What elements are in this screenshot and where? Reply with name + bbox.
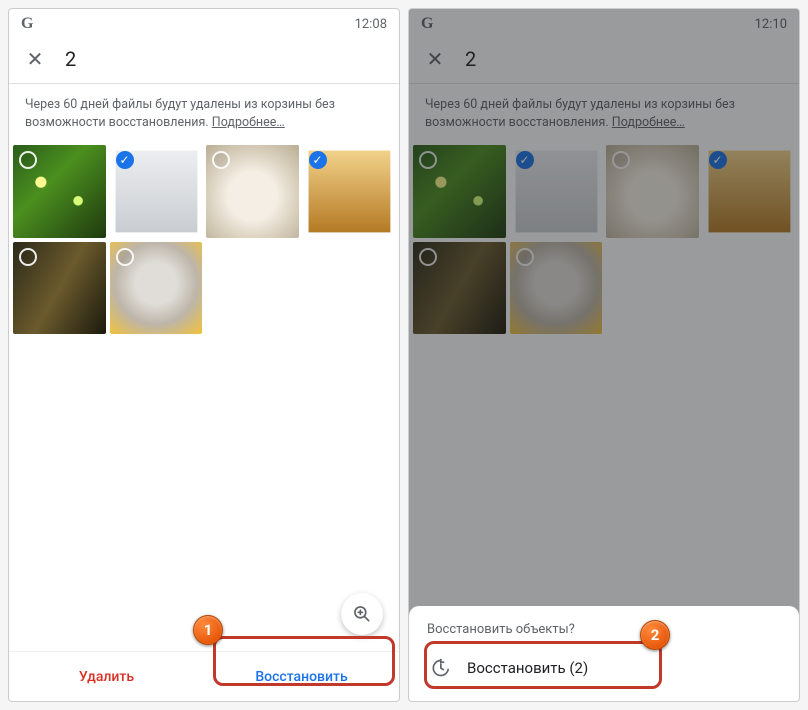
- restore-confirm-button[interactable]: Восстановить (2): [427, 651, 781, 687]
- sheet-action-label: Восстановить (2): [467, 659, 588, 677]
- delete-button[interactable]: Удалить: [9, 652, 204, 701]
- photo-grid: ✓✓: [9, 141, 399, 338]
- restore-history-icon: [429, 657, 451, 679]
- spacer: [9, 338, 399, 651]
- zoom-in-icon: [352, 604, 372, 624]
- close-icon[interactable]: ✕: [25, 47, 45, 71]
- select-circle-icon[interactable]: [19, 248, 37, 266]
- status-time: 12:08: [355, 17, 387, 32]
- select-circle-icon[interactable]: [212, 151, 230, 169]
- zoom-fab[interactable]: [341, 593, 383, 635]
- photo-thumbnail[interactable]: ✓: [110, 145, 203, 238]
- modal-scrim[interactable]: [409, 9, 799, 701]
- photo-thumbnail[interactable]: ✓: [303, 145, 396, 238]
- photo-thumbnail[interactable]: [13, 242, 106, 335]
- photo-thumbnail[interactable]: [206, 145, 299, 238]
- bottom-action-bar: Удалить Восстановить: [9, 651, 399, 701]
- checkmark-icon[interactable]: ✓: [309, 151, 327, 169]
- phone-left: G 12:08 ✕ 2 Через 60 дней файлы будут уд…: [8, 8, 400, 702]
- phone-right: G 12:10 ✕ 2 Через 60 дней файлы будут уд…: [408, 8, 800, 702]
- photo-thumbnail[interactable]: [13, 145, 106, 238]
- trash-banner-more-link[interactable]: Подробнее…: [212, 115, 285, 130]
- select-circle-icon[interactable]: [19, 151, 37, 169]
- checkmark-icon[interactable]: ✓: [116, 151, 134, 169]
- sheet-title: Восстановить объекты?: [427, 622, 781, 637]
- restore-button[interactable]: Восстановить: [204, 652, 399, 701]
- restore-bottom-sheet: Восстановить объекты? Восстановить (2): [409, 606, 799, 701]
- select-circle-icon[interactable]: [116, 248, 134, 266]
- selection-app-bar: ✕ 2: [9, 37, 399, 84]
- trash-banner-text: Через 60 дней файлы будут удалены из кор…: [25, 97, 335, 130]
- google-logo-icon: G: [21, 15, 33, 33]
- photo-thumbnail[interactable]: [110, 242, 203, 335]
- trash-banner: Через 60 дней файлы будут удалены из кор…: [9, 84, 399, 141]
- selection-count: 2: [65, 47, 76, 71]
- status-bar: G 12:08: [9, 9, 399, 37]
